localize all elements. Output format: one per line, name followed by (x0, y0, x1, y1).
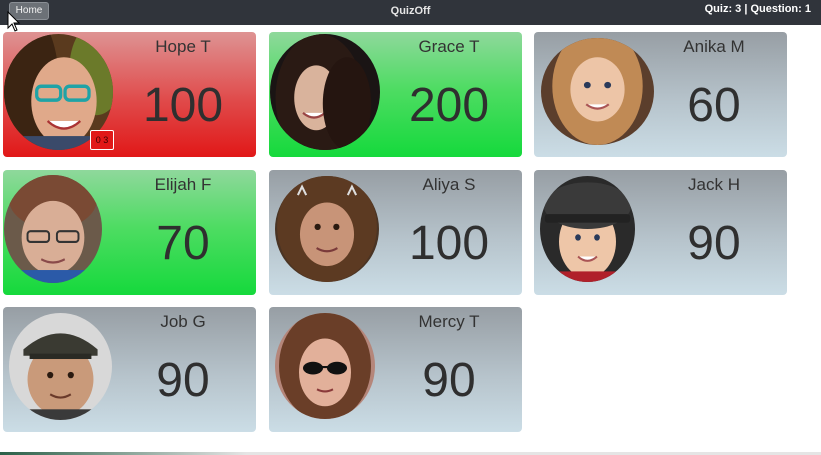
player-score: 60 (687, 79, 741, 132)
player-score: 90 (687, 217, 741, 270)
player-card-hope-t[interactable]: Hope T 100 0 3 (3, 32, 256, 157)
player-score: 90 (422, 354, 476, 407)
mouse-cursor-icon (7, 11, 21, 32)
player-score: 90 (156, 354, 210, 407)
player-card-aliya-s[interactable]: Aliya S 100 (269, 170, 522, 295)
player-avatar (540, 176, 635, 282)
player-name: Anika M (683, 37, 745, 56)
top-navbar: Home QuizOff Quiz: 3 | Question: 1 (0, 0, 821, 25)
player-score: 100 (408, 217, 490, 270)
player-name: Elijah F (154, 175, 212, 194)
player-name: Grace T (418, 37, 480, 56)
player-avatar (270, 34, 380, 150)
player-card-anika-m[interactable]: Anika M 60 (534, 32, 787, 157)
player-avatar (275, 313, 375, 419)
app-title: QuizOff (390, 5, 431, 17)
player-name: Mercy T (418, 312, 480, 331)
player-card-elijah-f[interactable]: Elijah F 70 (3, 170, 256, 295)
player-score: 200 (408, 79, 490, 132)
quiz-status: Quiz: 3 | Question: 1 (704, 3, 811, 15)
player-name: Hope T (155, 37, 211, 56)
player-name: Aliya S (422, 175, 476, 194)
player-avatar (541, 38, 654, 145)
player-name: Jack H (688, 175, 740, 194)
player-name: Job G (160, 312, 206, 331)
player-score: 70 (156, 217, 210, 270)
player-score: 100 (142, 79, 224, 132)
player-avatar (275, 176, 379, 282)
player-card-mercy-t[interactable]: Mercy T 90 (269, 307, 522, 432)
player-avatar (4, 175, 102, 283)
answer-badge: 0 3 (90, 130, 114, 150)
player-card-job-g[interactable]: Job G 90 (3, 307, 256, 432)
player-card-jack-h[interactable]: Jack H 90 (534, 170, 787, 295)
player-card-grace-t[interactable]: Grace T 200 (269, 32, 522, 157)
player-avatar (9, 313, 112, 420)
